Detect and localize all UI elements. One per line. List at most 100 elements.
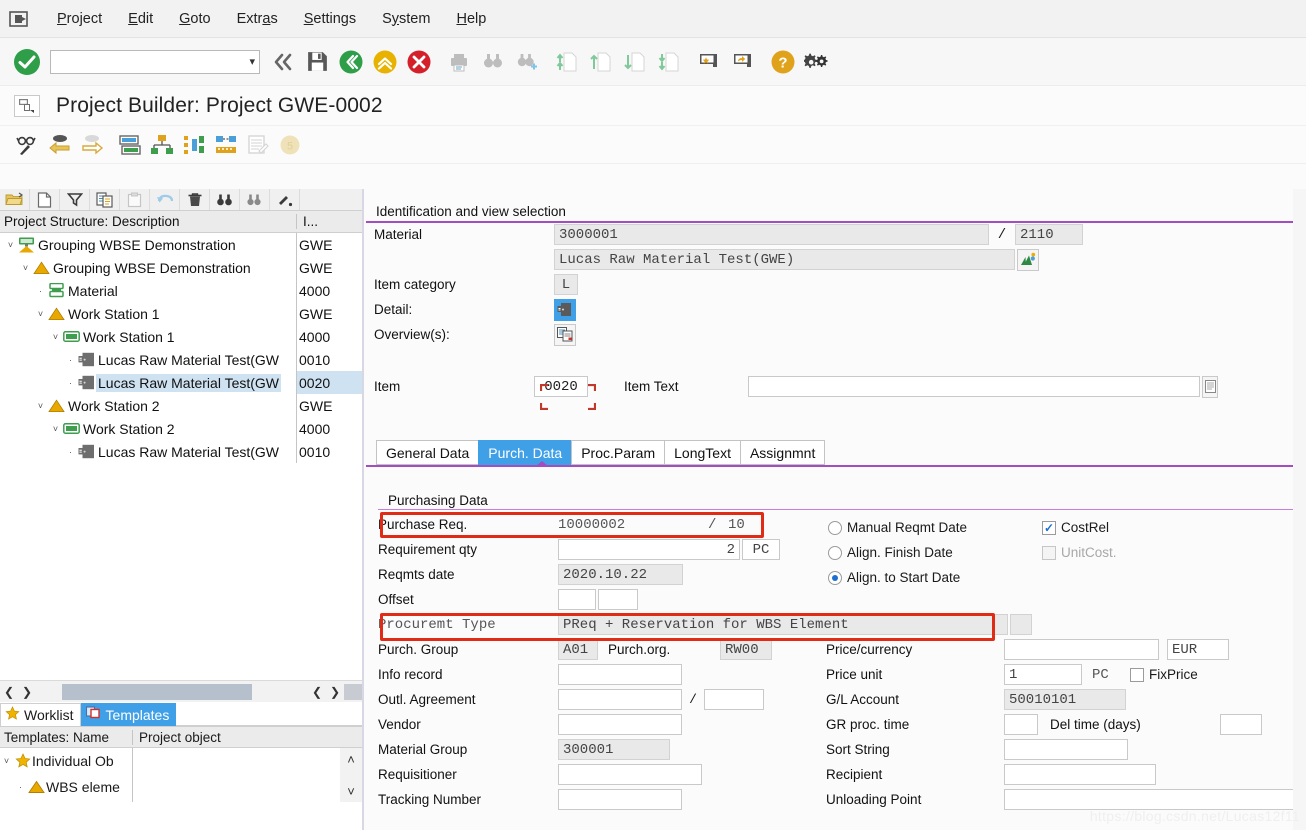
tree-twisty[interactable]: · — [64, 378, 77, 388]
new-document-icon[interactable] — [30, 189, 60, 210]
radio-manual-reqmt-date[interactable] — [828, 520, 842, 535]
table-row[interactable]: ˅ Grouping WBSE Demonstration GWE — [0, 256, 362, 279]
unloading-point-field[interactable] — [1004, 789, 1304, 810]
item-category-field[interactable]: L — [554, 274, 578, 295]
table-row[interactable]: · Material 4000 — [0, 279, 362, 302]
scroll-track[interactable] — [36, 683, 308, 700]
item-text-field[interactable] — [748, 376, 1200, 397]
worklist-vertical-scrollbar[interactable]: ˄ ˅ — [340, 748, 362, 802]
tab-worklist[interactable]: Worklist — [0, 703, 81, 726]
procurement-type-field[interactable]: PReq + Reservation for WBS Element — [558, 614, 1008, 635]
material-description-field[interactable]: Lucas Raw Material Test(GWE) — [554, 249, 1015, 270]
purchase-req-number[interactable]: 10000002 — [558, 517, 708, 533]
tree-twisty[interactable]: · — [34, 286, 47, 296]
requisitioner-field[interactable] — [558, 764, 702, 785]
copy-icon[interactable] — [90, 189, 120, 210]
tab-longtext[interactable]: LongText — [664, 440, 740, 465]
currency-field[interactable]: EUR — [1167, 639, 1229, 660]
exit-up-icon[interactable] — [368, 45, 402, 79]
price-unit-field[interactable]: 1 — [1004, 664, 1082, 685]
align-start-date-option[interactable]: Align. to Start Date — [828, 565, 960, 590]
tab-purch-data[interactable]: Purch. Data — [478, 440, 572, 465]
material-group-field[interactable]: 300001 — [558, 739, 670, 760]
back-icon[interactable] — [334, 45, 368, 79]
menu-system[interactable]: System — [369, 8, 443, 30]
tab-templates[interactable]: Templates — [80, 703, 177, 726]
find-next-icon[interactable] — [240, 189, 270, 210]
material-field[interactable]: 3000001 — [554, 224, 989, 245]
table-row[interactable]: · Lucas Raw Material Test(GW 0010 — [0, 440, 362, 463]
component-detail-icon[interactable] — [554, 298, 576, 321]
offset-field-1[interactable] — [558, 589, 596, 610]
item-number-field[interactable]: 0020 — [534, 376, 588, 397]
purch-group-field[interactable]: A01 — [558, 639, 598, 660]
next-object-icon[interactable] — [76, 130, 108, 160]
gantt-chart-icon[interactable] — [178, 130, 210, 160]
checkbox-fixprice[interactable] — [1130, 667, 1144, 682]
tree-horizontal-scrollbar[interactable]: ❮ ❯ ❮ ❯ — [0, 680, 362, 702]
reqmts-date-field[interactable]: 2020.10.22 — [558, 564, 683, 585]
outline-agreement-item-field[interactable] — [704, 689, 764, 710]
cancel-icon[interactable] — [402, 45, 436, 79]
align-finish-date-option[interactable]: Align. Finish Date — [828, 540, 953, 565]
collapse-left-icon[interactable] — [266, 45, 300, 79]
enter-ok-icon[interactable] — [12, 47, 42, 77]
radio-align-to-start-date[interactable] — [828, 570, 842, 585]
chevron-down-icon[interactable]: ▾ — [249, 55, 255, 68]
tree-twisty[interactable]: ˅ — [4, 240, 17, 250]
glasses-pen-icon[interactable] — [12, 130, 44, 160]
customize-icon[interactable] — [800, 45, 834, 79]
menu-settings[interactable]: Settings — [291, 8, 369, 30]
previous-object-icon[interactable] — [44, 130, 76, 160]
detail-list-icon[interactable] — [114, 130, 146, 160]
filter-icon[interactable] — [60, 189, 90, 210]
checkbox-costrel[interactable]: ✓ — [1042, 520, 1056, 535]
tab-general-data[interactable]: General Data — [376, 440, 479, 465]
costrel-option[interactable]: ✓ CostRel — [1042, 515, 1109, 540]
project-builder-icon[interactable] — [14, 94, 40, 117]
tab-assignmnt[interactable]: Assignmnt — [739, 440, 826, 465]
scroll-next-button[interactable]: ❯ — [326, 683, 344, 700]
purch-org-field[interactable]: RW00 — [720, 639, 772, 660]
recipient-field[interactable] — [1004, 764, 1156, 785]
tab-proc-param[interactable]: Proc.Param — [571, 440, 665, 465]
price-field[interactable] — [1004, 639, 1159, 660]
vendor-field[interactable] — [558, 714, 682, 735]
scroll-left-button[interactable]: ❮ — [0, 683, 18, 700]
radio-align-finish-date[interactable] — [828, 545, 842, 560]
scroll-right-button[interactable]: ❯ — [18, 683, 36, 700]
purchase-req-item[interactable]: 10 — [728, 517, 788, 533]
display-material-icon[interactable] — [1017, 248, 1039, 271]
undo-icon[interactable] — [150, 189, 180, 210]
table-row[interactable]: ˅ Work Station 1 4000 — [0, 325, 362, 348]
requirement-qty-unit[interactable]: PC — [742, 539, 780, 560]
menu-goto[interactable]: Goto — [166, 8, 223, 30]
scroll-up-button[interactable]: ˄ — [347, 748, 355, 770]
new-session-icon[interactable] — [726, 45, 760, 79]
gr-proc-time-field[interactable] — [1004, 714, 1038, 735]
menu-extras[interactable]: Extras — [224, 8, 291, 30]
table-row[interactable]: ˅ Grouping WBSE Demonstration GWE — [0, 233, 362, 256]
tree-twisty[interactable]: ˅ — [19, 263, 32, 273]
sort-string-field[interactable] — [1004, 739, 1128, 760]
offset-field-2[interactable] — [598, 589, 638, 610]
save-icon[interactable] — [300, 45, 334, 79]
table-row[interactable]: ˅ Work Station 1 GWE — [0, 302, 362, 325]
list-item[interactable]: · WBS eleme — [0, 774, 362, 800]
scroll-down-button[interactable]: ˅ — [347, 780, 355, 802]
list-item[interactable]: ˅ Individual Ob — [0, 748, 362, 774]
tree-twisty[interactable]: · — [64, 355, 77, 365]
scroll-end-block[interactable] — [344, 683, 362, 700]
create-shortcut-icon[interactable] — [692, 45, 726, 79]
table-row[interactable]: ˅ Work Station 2 GWE — [0, 394, 362, 417]
command-field[interactable]: ▾ — [50, 49, 260, 74]
help-icon[interactable]: ? — [766, 45, 800, 79]
table-row[interactable]: · Lucas Raw Material Test(GW 0020 — [0, 371, 362, 394]
delete-icon[interactable] — [180, 189, 210, 210]
outline-agreement-field[interactable] — [558, 689, 682, 710]
network-graphic-icon[interactable] — [210, 130, 242, 160]
info-record-field[interactable] — [558, 664, 682, 685]
open-folder-icon[interactable] — [0, 189, 30, 210]
scroll-prev-button[interactable]: ❮ — [308, 683, 326, 700]
tree-twisty[interactable]: · — [64, 447, 77, 457]
